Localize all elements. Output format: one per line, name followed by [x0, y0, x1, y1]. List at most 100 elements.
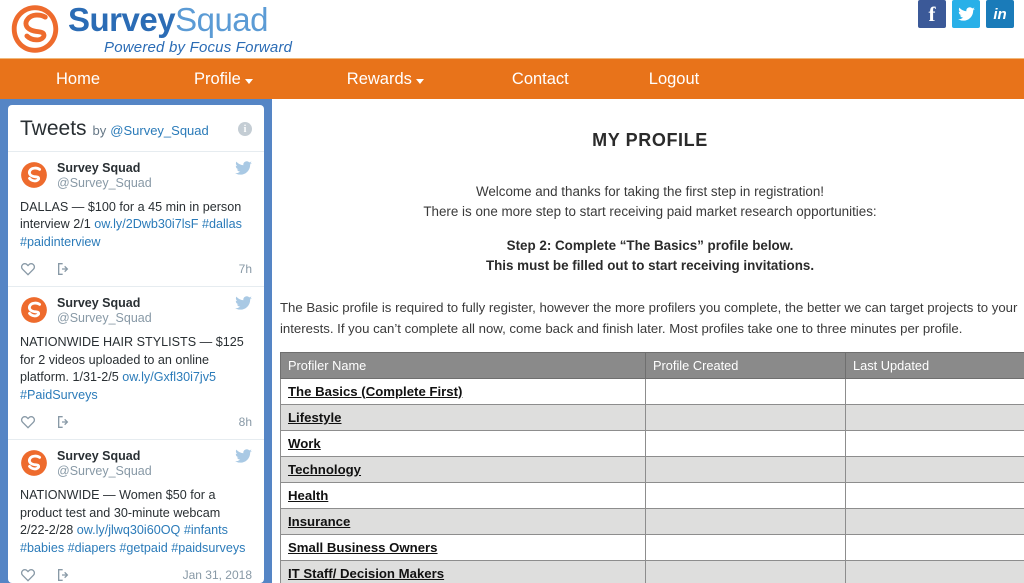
- cell-profile-created: [645, 507, 846, 535]
- table-row[interactable]: The Basics (Complete First): [280, 377, 1024, 405]
- profiler-link-it-staff-decision-makers[interactable]: IT Staff/ Decision Makers: [288, 566, 444, 581]
- share-icon[interactable]: [56, 414, 72, 430]
- nav-item-home[interactable]: Home: [42, 59, 114, 99]
- twitter-bird-icon: [235, 449, 252, 463]
- tweet-link[interactable]: ow.ly/jlwq30i60OQ: [77, 523, 181, 537]
- sidebar: Tweets by @Survey_Squad i Survey Squad @…: [0, 99, 272, 583]
- profiler-link-the-basics[interactable]: The Basics (Complete First): [288, 384, 462, 399]
- twitter-icon[interactable]: [952, 0, 980, 28]
- tweet-header: Survey Squad @Survey_Squad: [20, 449, 252, 480]
- linkedin-icon[interactable]: in: [986, 0, 1014, 28]
- twitter-widget-header: Tweets by @Survey_Squad i: [8, 105, 264, 151]
- tweet-text: NATIONWIDE HAIR STYLISTS — $125 for 2 vi…: [20, 334, 252, 406]
- tweet-item[interactable]: Survey Squad @Survey_Squad DALLAS — $100…: [8, 151, 264, 286]
- nav-item-rewards[interactable]: Rewards: [333, 59, 438, 99]
- tweet-timestamp: 8h: [238, 415, 252, 430]
- body-area: Tweets by @Survey_Squad i Survey Squad @…: [0, 99, 1024, 583]
- table-row[interactable]: Work: [280, 429, 1024, 457]
- site-header: SurveySquad Powered by Focus Forward f i…: [0, 0, 1024, 59]
- avatar: [21, 297, 47, 324]
- twitter-widget-handle[interactable]: @Survey_Squad: [110, 123, 208, 138]
- tweet-actions: 8h: [20, 414, 252, 433]
- cell-profiler-name: IT Staff/ Decision Makers: [280, 559, 646, 583]
- welcome-line-2: There is one more step to start receivin…: [423, 204, 877, 220]
- table-row[interactable]: IT Staff/ Decision Makers: [280, 559, 1024, 583]
- tweet-actions: Jan 31, 2018: [20, 567, 252, 583]
- tweet-link[interactable]: ow.ly/Gxfl30i7jv5: [122, 370, 216, 384]
- profiler-link-small-business-owners[interactable]: Small Business Owners: [288, 540, 438, 555]
- tweet-author-handle: @Survey_Squad: [57, 311, 152, 326]
- column-header-profiler-name: Profiler Name: [280, 351, 646, 379]
- logo-tagline: Powered by Focus Forward: [104, 39, 293, 56]
- social-links: f in: [918, 0, 1014, 28]
- profiler-link-health[interactable]: Health: [288, 488, 328, 503]
- nav-label-profile: Profile: [194, 69, 241, 88]
- heart-icon[interactable]: [20, 414, 36, 430]
- tweet-timestamp: 7h: [238, 262, 252, 277]
- step-block: Step 2: Complete “The Basics” profile be…: [276, 236, 1024, 276]
- twitter-bird-icon: [235, 161, 252, 175]
- cell-profile-created: [645, 481, 846, 509]
- cell-last-updated: [845, 481, 1024, 509]
- tweet-author: Survey Squad @Survey_Squad: [57, 449, 152, 480]
- table-header-row: Profiler Name Profile Created Last Updat…: [280, 351, 1024, 379]
- profiler-link-lifestyle[interactable]: Lifestyle: [288, 410, 342, 425]
- cell-profile-created: [645, 533, 846, 561]
- cell-last-updated: [845, 429, 1024, 457]
- profiler-table: Profiler Name Profile Created Last Updat…: [280, 351, 1024, 583]
- tweet-item[interactable]: Survey Squad @Survey_Squad NATIONWIDE HA…: [8, 286, 264, 439]
- tweet-hashtags[interactable]: #PaidSurveys: [20, 388, 98, 402]
- cell-last-updated: [845, 403, 1024, 431]
- cell-last-updated: [845, 377, 1024, 405]
- profiler-link-work[interactable]: Work: [288, 436, 321, 451]
- welcome-block: Welcome and thanks for taking the first …: [276, 182, 1024, 222]
- nav-label-logout: Logout: [648, 69, 700, 88]
- table-row[interactable]: Lifestyle: [280, 403, 1024, 431]
- twitter-widget-by: by: [92, 123, 107, 138]
- tweet-author-name: Survey Squad: [57, 296, 141, 311]
- survey-squad-swirl-logo-icon: [11, 5, 59, 53]
- cell-profiler-name: Work: [280, 429, 646, 457]
- cell-last-updated: [845, 533, 1024, 561]
- heart-icon[interactable]: [20, 261, 36, 277]
- table-row[interactable]: Small Business Owners: [280, 533, 1024, 561]
- logo-title-bold: Survey: [68, 1, 176, 38]
- twitter-widget-title: Tweets: [20, 117, 87, 140]
- chevron-down-icon: [244, 78, 253, 84]
- page-title: MY PROFILE: [592, 130, 708, 150]
- cell-last-updated: [845, 507, 1024, 535]
- profiler-link-technology[interactable]: Technology: [288, 462, 361, 477]
- tweet-author: Survey Squad @Survey_Squad: [57, 161, 152, 192]
- welcome-line-1: Welcome and thanks for taking the first …: [475, 184, 825, 199]
- chevron-down-icon: [415, 78, 424, 84]
- step-line-1: Step 2: Complete “The Basics” profile be…: [506, 238, 794, 254]
- table-row[interactable]: Technology: [280, 455, 1024, 483]
- facebook-icon[interactable]: f: [918, 0, 946, 28]
- profiler-link-insurance[interactable]: Insurance: [288, 514, 350, 529]
- cell-last-updated: [845, 559, 1024, 583]
- table-row[interactable]: Insurance: [280, 507, 1024, 535]
- cell-profiler-name: The Basics (Complete First): [280, 377, 646, 405]
- cell-profile-created: [645, 403, 846, 431]
- nav-item-contact[interactable]: Contact: [498, 59, 583, 99]
- nav-item-logout[interactable]: Logout: [635, 59, 713, 99]
- nav-label-home: Home: [56, 69, 101, 88]
- share-icon[interactable]: [56, 261, 72, 277]
- page-root: SurveySquad Powered by Focus Forward f i…: [0, 0, 1024, 583]
- heart-icon[interactable]: [20, 567, 36, 583]
- tweet-item[interactable]: Survey Squad @Survey_Squad NATIONWIDE — …: [8, 439, 264, 583]
- column-header-last-updated: Last Updated: [845, 351, 1024, 379]
- tweet-author-handle: @Survey_Squad: [57, 176, 152, 191]
- logo-title-light: Squad: [175, 1, 269, 38]
- info-icon[interactable]: i: [238, 122, 252, 136]
- site-logo[interactable]: SurveySquad Powered by Focus Forward: [8, 2, 292, 56]
- tweet-author-name: Survey Squad: [57, 161, 141, 175]
- column-header-profile-created: Profile Created: [645, 351, 846, 379]
- share-icon[interactable]: [56, 567, 72, 583]
- tweet-link[interactable]: ow.ly/2Dwb30i7lsF: [94, 217, 198, 231]
- table-row[interactable]: Health: [280, 481, 1024, 509]
- tweet-text: DALLAS — $100 for a 45 min in person int…: [20, 199, 252, 253]
- twitter-bird-icon: [235, 296, 252, 310]
- table-body: The Basics (Complete First) Lifestyle Wo…: [280, 377, 1024, 583]
- nav-item-profile[interactable]: Profile: [180, 59, 267, 99]
